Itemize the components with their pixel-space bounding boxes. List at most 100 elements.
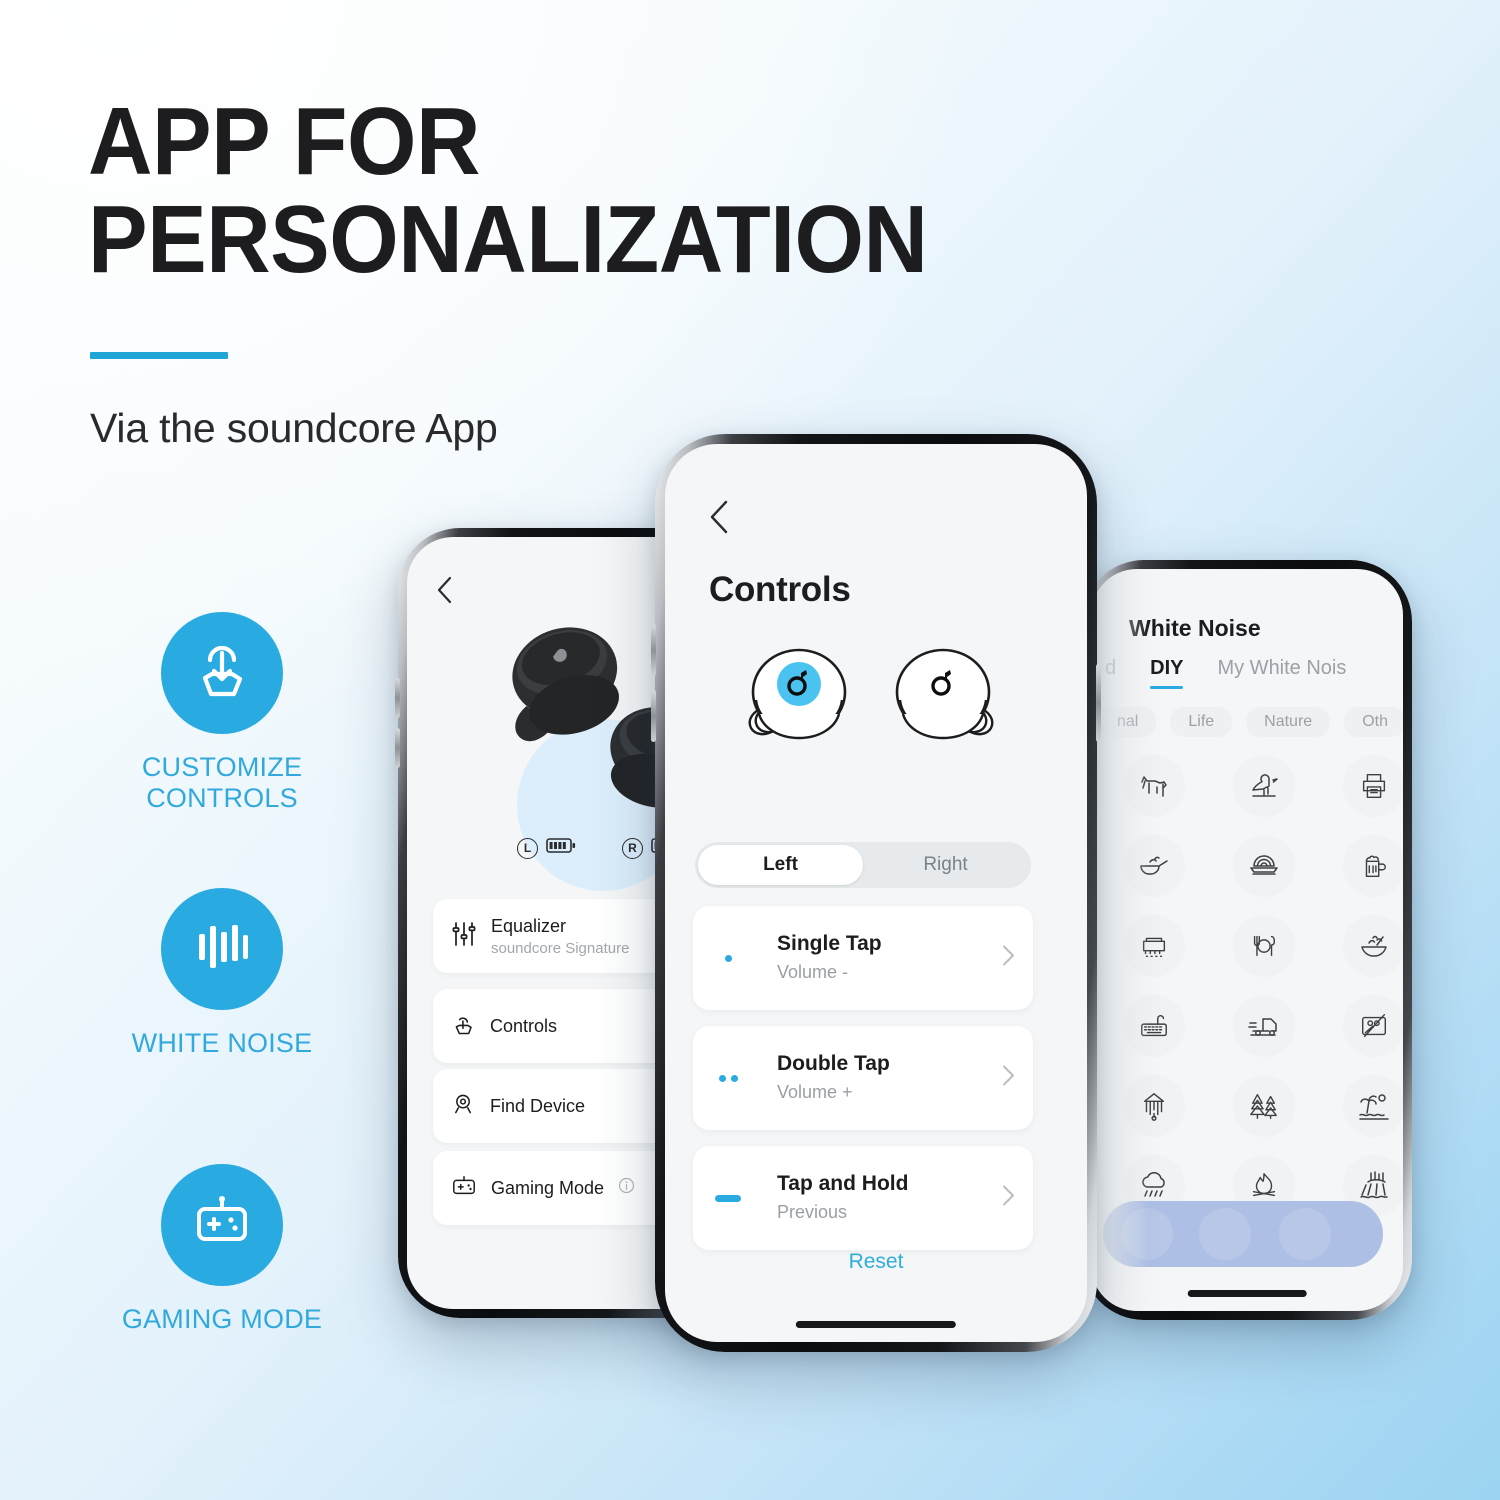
forest-icon [1233,1075,1295,1137]
tab-my-white-noise[interactable]: My White Nois [1217,657,1346,680]
now-playing-bar[interactable] [1103,1201,1383,1267]
salad-bowl-icon [1343,915,1403,977]
chevron-right-icon [1002,1185,1015,1212]
sound-tile[interactable] [1099,835,1209,897]
sound-tile[interactable] [1209,755,1319,817]
gesture-row-tap-and-hold[interactable]: Tap and Hold Previous [693,1146,1033,1250]
menu-item-text: Equalizer soundcore Signature [491,916,629,957]
menu-item-title: Equalizer [491,915,567,936]
left-bud-marker: L [517,837,538,859]
tab-diy[interactable]: DIY [1150,657,1184,689]
tab-sound[interactable]: d [1105,657,1116,680]
left-right-segmented-control[interactable]: Left Right [695,842,1031,888]
segment-right[interactable]: Right [863,845,1028,885]
volume-up-button[interactable] [395,678,400,718]
stove-icon [1123,915,1185,977]
feature-label-line2: CONTROLS [146,783,298,814]
frying-pan-icon [1123,835,1185,897]
noodles-icon [1233,835,1295,897]
segment-left[interactable]: Left [698,845,863,885]
double-dot-icon [707,1063,749,1093]
chip-animal[interactable]: nal [1099,707,1157,737]
volume-down-button[interactable] [395,728,400,768]
volume-down-button[interactable] [651,690,656,742]
feature-icon-badge [161,1164,283,1286]
sound-tile[interactable] [1319,835,1403,897]
truck-icon [1233,995,1295,1057]
feature-label-line1: CUSTOMIZE [141,752,303,782]
accent-divider [90,352,228,359]
feature-label: GAMING MODE [121,1304,323,1334]
chip-life[interactable]: Life [1170,707,1233,737]
location-pin-icon [451,1091,476,1121]
sound-tile[interactable] [1099,755,1209,817]
sound-tile[interactable] [1319,915,1403,977]
back-button[interactable] [707,498,731,536]
chip-other[interactable]: Oth [1344,707,1403,737]
feature-label: WHITE NOISE [131,1028,313,1058]
keyboard-icon [1123,995,1185,1057]
sound-wave-icon [194,918,250,981]
headline-line-2: PERSONALIZATION [88,186,928,294]
sound-tile[interactable] [1099,1075,1209,1137]
sound-icon-grid [1099,755,1403,1217]
gesture-value: Previous [777,1202,848,1222]
sound-tile[interactable] [1209,1075,1319,1137]
wind-chime-icon [1123,1075,1185,1137]
playing-thumb-3 [1279,1208,1331,1260]
printer-icon [1343,755,1403,817]
sound-tile[interactable] [1319,995,1403,1057]
gesture-value: Volume + [777,1082,853,1102]
white-noise-title: White Noise [1129,615,1261,641]
feature-icon-badge [161,888,283,1010]
category-chips: nal Life Nature Oth [1091,707,1403,737]
menu-item-title: Controls [490,1015,558,1036]
right-bud-marker: R [622,837,643,859]
plate-cutlery-icon [1233,915,1295,977]
gesture-title: Single Tap [777,932,882,955]
left-earbud [748,648,847,740]
battery-left: L [517,837,576,859]
sound-tile[interactable] [1209,915,1319,977]
subtitle: Via the soundcore App [90,405,498,451]
feature-icon-badge [161,612,283,734]
sound-tile[interactable] [1209,835,1319,897]
gesture-row-double-tap[interactable]: Double Tap Volume + [693,1026,1033,1130]
right-earbud [895,648,994,740]
earbuds-selector [665,642,1087,832]
volume-up-button[interactable] [651,624,656,676]
playing-thumb-2 [1199,1208,1251,1260]
sound-tile[interactable] [1099,915,1209,977]
beach-palm-icon [1343,1075,1403,1137]
feature-customize-controls: CUSTOMIZE CONTROLS [92,612,352,814]
sound-tile[interactable] [1099,995,1209,1057]
power-button[interactable] [1096,664,1101,742]
feature-label: CUSTOMIZE CONTROLS [92,752,352,814]
info-icon[interactable] [618,1177,635,1199]
gesture-title: Tap and Hold [777,1172,909,1195]
chevron-right-icon [1002,1065,1015,1092]
chip-nature[interactable]: Nature [1246,707,1331,737]
page-title: APP FOR PERSONALIZATION [88,93,1208,294]
menu-item-title: Gaming Mode [491,1177,605,1198]
reset-button[interactable]: Reset [665,1250,1087,1274]
phone-center-screen: Controls Left Right Single Tap Volume - … [665,444,1087,1342]
feature-white-noise: WHITE NOISE [92,888,352,1059]
playing-thumb-1 [1121,1208,1173,1260]
sound-tile[interactable] [1319,755,1403,817]
sound-tile[interactable] [1319,1075,1403,1137]
bird-icon [1233,755,1295,817]
equalizer-sliders-icon [451,921,477,952]
gesture-title: Double Tap [777,1052,890,1075]
white-noise-tabs: d DIY My White Nois [1091,657,1403,689]
promo-banner: APP FOR PERSONALIZATION Via the soundcor… [0,0,1500,1500]
gesture-value: Volume - [777,962,849,982]
tap-hand-icon [192,640,252,707]
menu-item-subtitle: soundcore Signature [491,939,630,957]
menu-item-title: Find Device [490,1095,586,1116]
gesture-row-single-tap[interactable]: Single Tap Volume - [693,906,1033,1010]
single-dot-icon [707,943,749,973]
sound-tile[interactable] [1209,995,1319,1057]
battery-icon [546,837,576,859]
gamepad-icon [451,1174,477,1203]
